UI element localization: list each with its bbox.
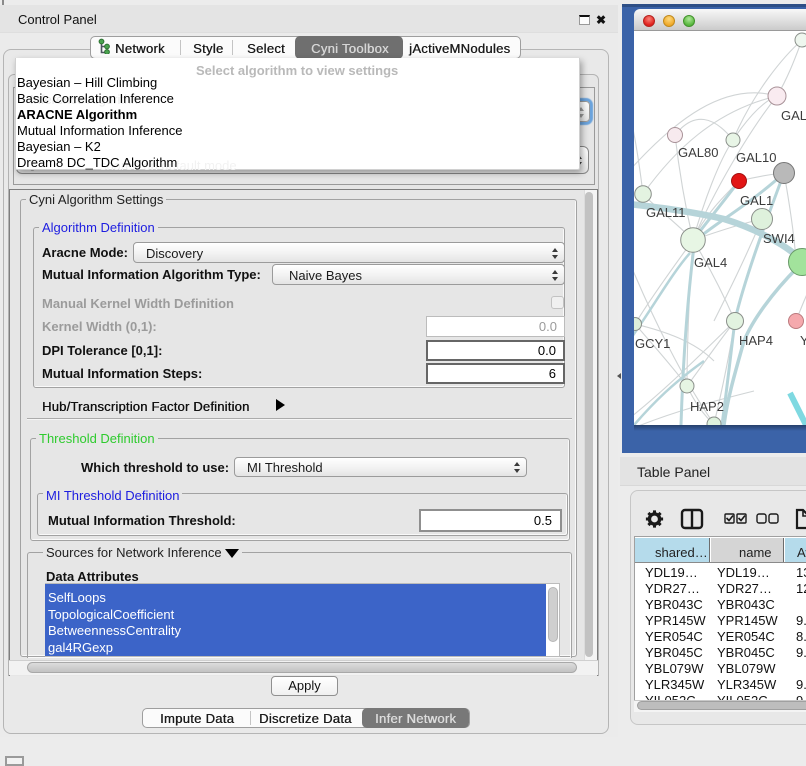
svg-text:SWI4: SWI4 [763,231,795,246]
svg-text:GAL80: GAL80 [678,145,718,160]
svg-text:GCY1: GCY1 [635,336,670,351]
svg-text:HAP2: HAP2 [690,399,724,414]
svg-text:HAP4: HAP4 [739,333,773,348]
svg-text:GAL11: GAL11 [646,205,686,220]
svg-text:GAL1: GAL1 [740,193,773,208]
svg-text:GAL10: GAL10 [736,150,776,165]
svg-text:GAL2: GAL2 [781,108,806,123]
svg-text:Y: Y [800,333,806,348]
svg-text:GAL4: GAL4 [694,255,727,270]
